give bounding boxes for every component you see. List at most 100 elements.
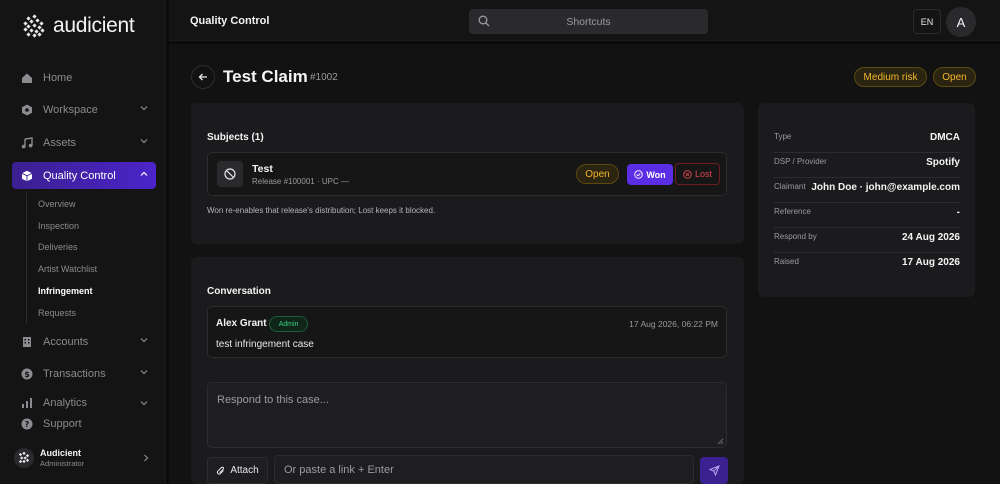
link-placeholder: Or paste a link + Enter — [284, 464, 394, 476]
subnav-item-inspection[interactable]: Inspection — [27, 215, 156, 237]
conversation-card — [191, 257, 744, 484]
chevron-up-icon — [140, 171, 148, 176]
profile-avatar[interactable]: A — [946, 7, 976, 37]
subjects-title: Subjects (1) — [207, 132, 264, 143]
message-author: Alex Grant — [216, 318, 267, 329]
message-item: Alex Grant Admin 17 Aug 2026, 06:22 PM t… — [207, 306, 727, 358]
subject-status-badge: Open — [576, 164, 619, 184]
claim-number: #1002 — [310, 72, 338, 83]
home-icon — [20, 71, 34, 85]
link-input[interactable]: Or paste a link + Enter — [274, 455, 694, 484]
risk-badge: Medium risk — [854, 67, 927, 87]
detail-row-respond-by: Respond by 24 Aug 2026 — [774, 228, 960, 253]
svg-text:$: $ — [24, 369, 30, 378]
quality-control-subnav: Overview Inspection Deliveries Artist Wa… — [26, 193, 156, 324]
send-button[interactable] — [700, 457, 728, 484]
search-label: Shortcuts — [566, 15, 611, 28]
sidebar-item-label: Support — [43, 418, 82, 430]
brand-logo[interactable]: audicient — [22, 14, 135, 38]
subnav-item-infringement[interactable]: Infringement — [27, 280, 156, 302]
audicient-logo-icon — [23, 14, 45, 38]
check-circle-icon — [634, 170, 644, 179]
svg-text:?: ? — [25, 420, 30, 429]
detail-label: Reference — [774, 207, 811, 216]
subnav-item-artist-watchlist[interactable]: Artist Watchlist — [27, 258, 156, 280]
reply-placeholder: Respond to this case... — [217, 394, 329, 406]
sidebar-item-quality-control[interactable]: Quality Control — [12, 162, 156, 189]
message-timestamp: 17 Aug 2026, 06:22 PM — [629, 319, 718, 329]
language-switch[interactable]: EN — [913, 9, 941, 34]
sidebar-item-label: Assets — [43, 136, 77, 149]
detail-value: 24 Aug 2026 — [902, 232, 960, 243]
music-icon — [20, 136, 34, 150]
chevron-down-icon — [140, 139, 148, 144]
sidebar: audicient Home Workspace Assets Quality … — [0, 0, 166, 484]
message-text: test infringement case — [216, 339, 314, 350]
detail-row-raised: Raised 17 Aug 2026 — [774, 253, 960, 278]
detail-value: - — [956, 207, 960, 218]
back-button[interactable] — [191, 65, 215, 89]
brand-name: audicient — [53, 14, 135, 37]
topbar: Quality Control Shortcuts EN A — [169, 0, 1000, 41]
detail-label: DSP / Provider — [774, 157, 827, 166]
hexagon-icon — [20, 103, 34, 117]
building-icon — [20, 335, 34, 349]
subnav-item-requests[interactable]: Requests — [27, 302, 156, 324]
sidebar-item-accounts[interactable]: Accounts — [12, 328, 156, 355]
chevron-right-icon — [144, 454, 149, 462]
sidebar-item-assets[interactable]: Assets — [12, 129, 156, 156]
sidebar-item-analytics[interactable]: Analytics — [12, 393, 156, 413]
detail-row-reference: Reference - — [774, 203, 960, 228]
chevron-down-icon — [140, 338, 148, 343]
x-circle-icon — [683, 169, 692, 179]
box-icon — [20, 169, 34, 183]
chart-icon — [20, 396, 34, 410]
search-icon — [478, 15, 490, 27]
role-badge: Admin — [269, 316, 308, 332]
subnav-item-overview[interactable]: Overview — [27, 193, 156, 215]
user-role: Administrator — [40, 459, 85, 468]
lost-label: Lost — [694, 169, 712, 179]
sidebar-item-support[interactable]: ? Support — [12, 412, 156, 436]
sidebar-item-label: Analytics — [43, 397, 88, 409]
claim-details-card: Type DMCA DSP / Provider Spotify Claiman… — [758, 103, 975, 297]
sidebar-item-transactions[interactable]: $ Transactions — [12, 360, 156, 387]
resize-handle-icon[interactable] — [717, 438, 724, 445]
detail-label: Claimant — [774, 182, 806, 191]
page-title: Test Claim — [223, 67, 308, 86]
lost-button[interactable]: Lost — [675, 163, 720, 185]
chevron-down-icon — [140, 106, 148, 111]
sidebar-item-home[interactable]: Home — [12, 64, 156, 91]
detail-row-type: Type DMCA — [774, 128, 960, 153]
detail-row-provider: DSP / Provider Spotify — [774, 153, 960, 178]
shortcuts-search[interactable]: Shortcuts — [469, 9, 708, 34]
subject-name: Test — [252, 163, 273, 175]
attach-button[interactable]: Attach — [207, 457, 268, 484]
subject-row: Test Release #100001 · UPC — Open Won Lo… — [207, 152, 727, 196]
sidebar-item-label: Accounts — [43, 335, 89, 348]
dollar-icon: $ — [20, 367, 34, 381]
sidebar-item-label: Transactions — [43, 367, 106, 380]
subnav-item-deliveries[interactable]: Deliveries — [27, 237, 156, 259]
sidebar-item-workspace[interactable]: Workspace — [12, 96, 156, 123]
attach-label: Attach — [230, 465, 259, 476]
help-icon: ? — [20, 417, 34, 431]
detail-label: Raised — [774, 257, 799, 266]
sidebar-item-label: Quality Control — [43, 169, 116, 182]
send-icon — [708, 465, 720, 476]
detail-value: 17 Aug 2026 — [902, 257, 960, 268]
user-menu[interactable]: Audicient Administrator — [14, 444, 156, 472]
detail-label: Respond by — [774, 232, 817, 241]
subject-meta: Release #100001 · UPC — — [252, 177, 349, 186]
won-button[interactable]: Won — [627, 164, 673, 185]
status-badge: Open — [933, 67, 976, 87]
detail-value: John Doe · john@example.com — [811, 182, 960, 193]
detail-value: DMCA — [930, 132, 960, 143]
arrow-left-icon — [198, 73, 207, 81]
detail-row-claimant: Claimant John Doe · john@example.com — [774, 178, 960, 203]
reply-textarea[interactable]: Respond to this case... — [207, 382, 727, 448]
detail-value: Spotify — [926, 157, 960, 168]
chevron-down-icon — [140, 370, 148, 375]
page-section-title: Quality Control — [190, 15, 270, 27]
paperclip-icon — [217, 466, 225, 475]
